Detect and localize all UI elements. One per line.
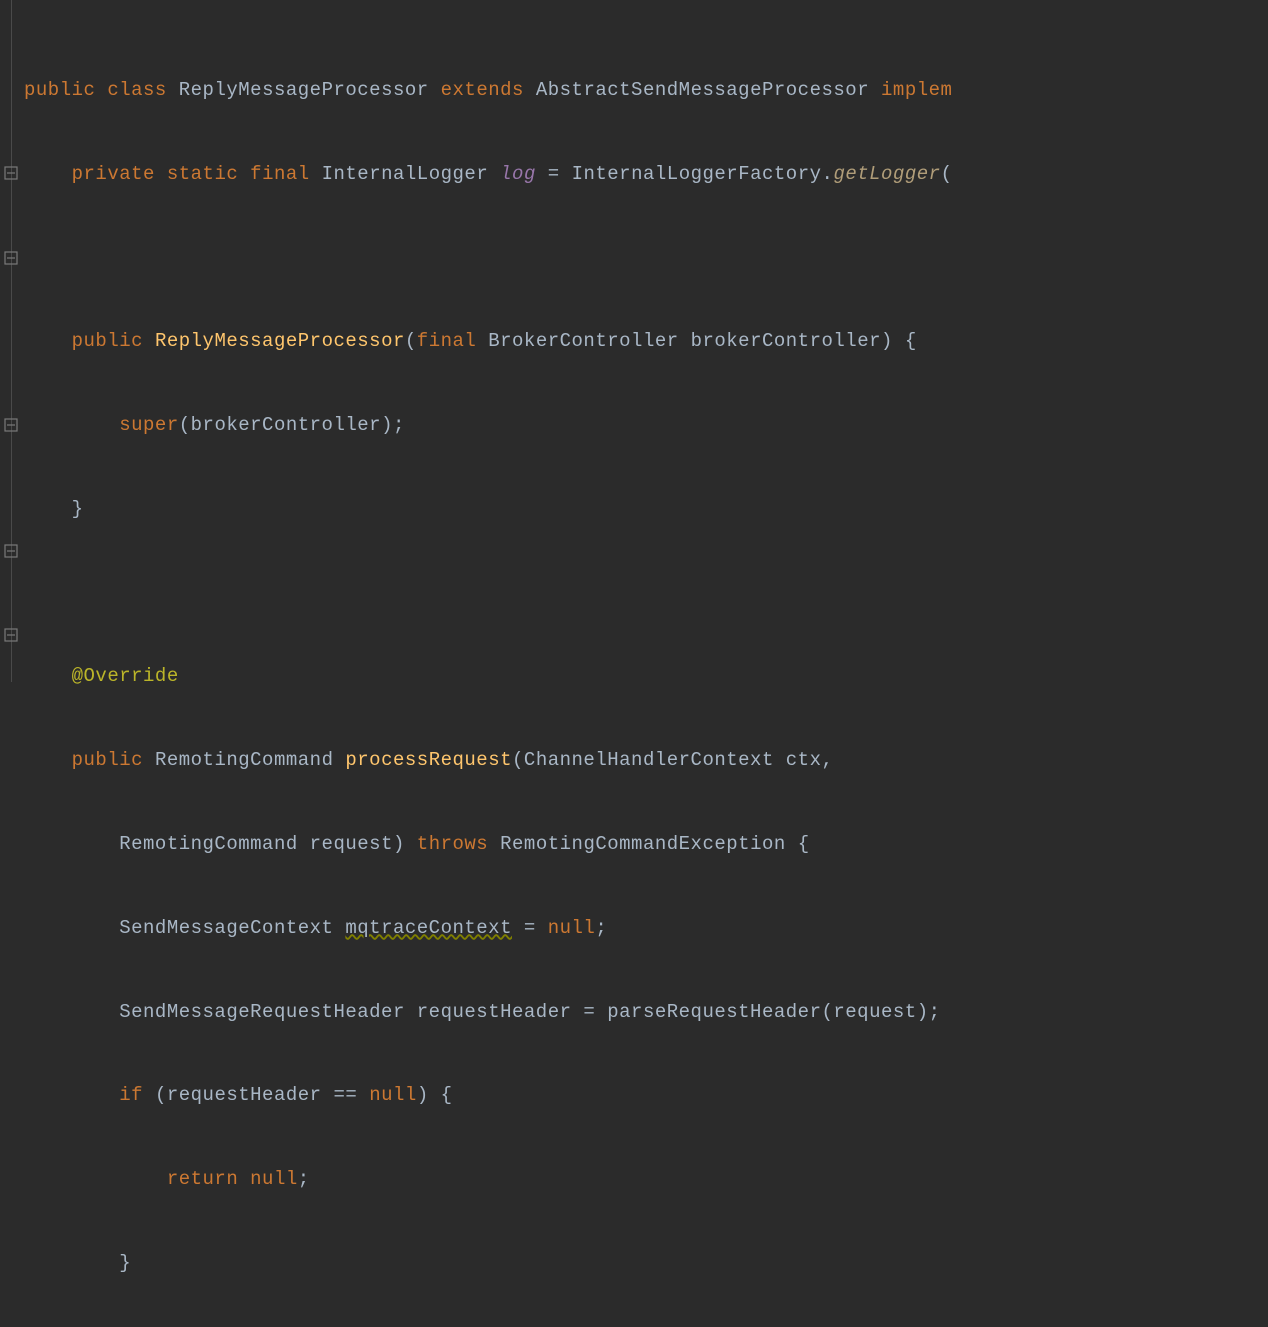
paren: ): [393, 833, 405, 855]
code-editor-content[interactable]: public class ReplyMessageProcessor exten…: [24, 0, 1268, 1327]
method-name: processRequest: [345, 749, 512, 771]
brace: {: [798, 833, 810, 855]
method-call: getLogger: [833, 163, 940, 185]
paren: ): [917, 1001, 929, 1023]
paren: (: [512, 749, 524, 771]
type-ref: AbstractSendMessageProcessor: [536, 79, 869, 101]
fold-marker-icon[interactable]: [4, 544, 18, 558]
gutter-indent-line: [11, 0, 12, 682]
code-line: }: [24, 489, 1268, 531]
code-line: public class ReplyMessageProcessor exten…: [24, 70, 1268, 112]
type-ref: BrokerController: [488, 330, 678, 352]
keyword: public: [72, 330, 143, 352]
type-ref: SendMessageRequestHeader: [119, 1001, 405, 1023]
type-ref: InternalLogger: [322, 163, 489, 185]
keyword: private: [72, 163, 155, 185]
fold-marker-icon[interactable]: [4, 251, 18, 265]
class-name: ReplyMessageProcessor: [179, 79, 429, 101]
paren: (: [155, 1084, 167, 1106]
keyword: static: [167, 163, 238, 185]
code-line: }: [24, 1243, 1268, 1285]
keyword: super: [119, 414, 179, 436]
keyword: implem: [881, 79, 952, 101]
brace: }: [72, 498, 84, 520]
brace: }: [119, 1252, 131, 1274]
type-ref: RemotingCommand: [119, 833, 298, 855]
annotation: @Override: [72, 665, 179, 687]
paren: ): [381, 414, 393, 436]
keyword: return: [167, 1168, 238, 1190]
keyword-null: null: [369, 1084, 417, 1106]
type-ref: SendMessageContext: [119, 917, 333, 939]
method-call: parseRequestHeader: [607, 1001, 821, 1023]
dot: .: [822, 163, 834, 185]
param-name: request: [310, 833, 393, 855]
fold-marker-icon[interactable]: [4, 166, 18, 180]
code-line: super(brokerController);: [24, 405, 1268, 447]
keyword: final: [250, 163, 310, 185]
brace: {: [905, 330, 917, 352]
paren: (: [821, 1001, 833, 1023]
operator: =: [583, 1001, 595, 1023]
operator: ==: [333, 1084, 357, 1106]
identifier: brokerController: [191, 414, 381, 436]
local-var: requestHeader: [417, 1001, 572, 1023]
comma: ,: [822, 749, 834, 771]
local-var-warning: mqtraceContext: [345, 917, 512, 939]
param-name: brokerController: [691, 330, 881, 352]
keyword: public: [72, 749, 143, 771]
param-name: ctx: [786, 749, 822, 771]
keyword-null: null: [250, 1168, 298, 1190]
keyword: throws: [417, 833, 488, 855]
semicolon: ;: [298, 1168, 310, 1190]
fold-marker-icon[interactable]: [4, 628, 18, 642]
keyword: public: [24, 79, 95, 101]
code-line: public ReplyMessageProcessor(final Broke…: [24, 321, 1268, 363]
editor-gutter: [0, 0, 24, 682]
type-ref: ChannelHandlerContext: [524, 749, 774, 771]
type-ref: RemotingCommand: [155, 749, 334, 771]
code-line: [24, 573, 1268, 615]
keyword: if: [119, 1084, 143, 1106]
code-line: public RemotingCommand processRequest(Ch…: [24, 740, 1268, 782]
constructor-name: ReplyMessageProcessor: [155, 330, 405, 352]
code-line: [24, 237, 1268, 279]
keyword-null: null: [548, 917, 596, 939]
identifier: request: [833, 1001, 916, 1023]
operator: =: [548, 163, 560, 185]
keyword: final: [417, 330, 477, 352]
operator: =: [524, 917, 536, 939]
paren: (: [405, 330, 417, 352]
brace: {: [441, 1084, 453, 1106]
paren: ): [417, 1084, 429, 1106]
semicolon: ;: [393, 414, 405, 436]
code-line: @Override: [24, 656, 1268, 698]
type-ref: RemotingCommandException: [500, 833, 786, 855]
code-line: private static final InternalLogger log …: [24, 154, 1268, 196]
paren: (: [179, 414, 191, 436]
code-line: SendMessageRequestHeader requestHeader =…: [24, 992, 1268, 1034]
keyword: extends: [441, 79, 524, 101]
paren: (: [941, 163, 953, 185]
type-ref: InternalLoggerFactory: [572, 163, 822, 185]
semicolon: ;: [929, 1001, 941, 1023]
paren: ): [881, 330, 893, 352]
field-name: log: [500, 163, 536, 185]
code-line: RemotingCommand request) throws Remoting…: [24, 824, 1268, 866]
keyword: class: [107, 79, 167, 101]
code-line: if (requestHeader == null) {: [24, 1075, 1268, 1117]
code-line: return null;: [24, 1159, 1268, 1201]
fold-marker-icon[interactable]: [4, 418, 18, 432]
identifier: requestHeader: [167, 1084, 322, 1106]
semicolon: ;: [595, 917, 607, 939]
code-line: SendMessageContext mqtraceContext = null…: [24, 908, 1268, 950]
